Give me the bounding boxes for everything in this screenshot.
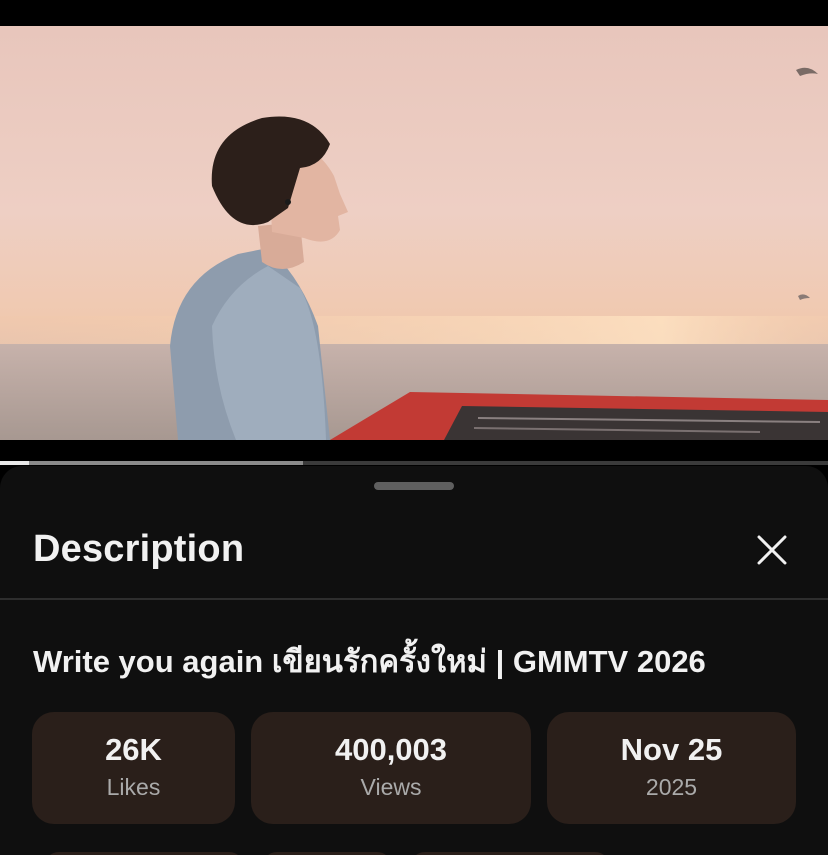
close-icon bbox=[757, 535, 787, 565]
sheet-title: Description bbox=[33, 528, 245, 570]
video-title: Write you again เขียนรักครั้งใหม่ | GMMT… bbox=[33, 644, 706, 679]
video-player[interactable] bbox=[0, 26, 828, 440]
video-progress-bar[interactable] bbox=[0, 461, 828, 465]
publish-year: 2025 bbox=[645, 774, 698, 800]
views-stat: 400,003 Views bbox=[251, 712, 531, 824]
screen: Description Write you again เขียนรักครั้… bbox=[0, 0, 828, 855]
likes-count: 26K bbox=[105, 732, 162, 767]
progress-played bbox=[0, 461, 29, 465]
publish-date: Nov 25 bbox=[620, 732, 723, 767]
drag-handle[interactable] bbox=[374, 482, 454, 490]
likes-label: Likes bbox=[106, 774, 161, 800]
progress-buffer bbox=[0, 461, 303, 465]
views-count: 400,003 bbox=[334, 732, 448, 767]
date-stat: Nov 25 2025 bbox=[547, 712, 796, 824]
description-sheet: Description Write you again เขียนรักครั้… bbox=[0, 466, 828, 855]
video-frame bbox=[0, 26, 828, 440]
divider bbox=[0, 598, 828, 600]
likes-stat: 26K Likes bbox=[32, 712, 235, 824]
close-button[interactable] bbox=[748, 526, 796, 574]
views-label: Views bbox=[360, 774, 422, 800]
